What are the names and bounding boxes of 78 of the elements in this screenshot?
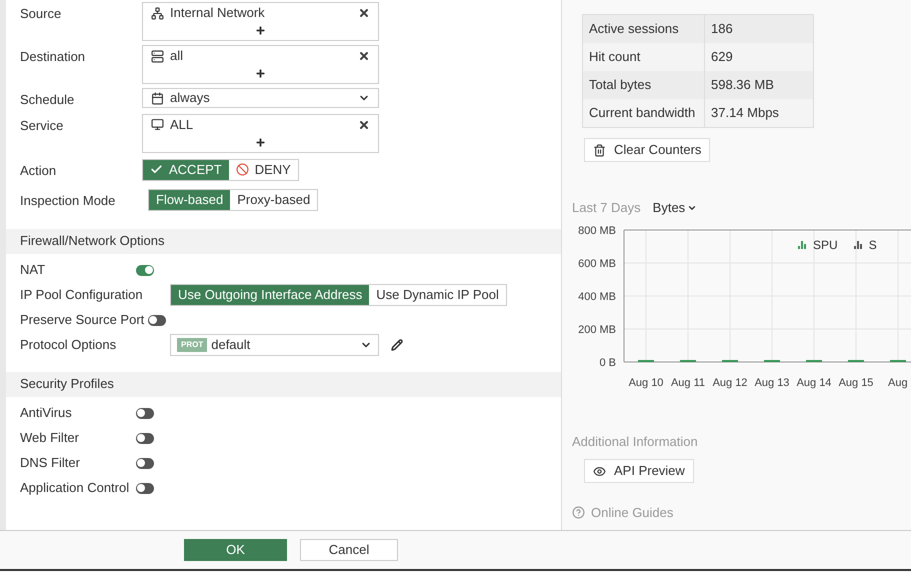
stat-value: 629 (710, 48, 733, 66)
x-tick-label: Aug (888, 376, 908, 388)
field-label: Inspection Mode (20, 192, 116, 210)
protocol-dropdown[interactable]: PROT default (170, 334, 379, 356)
add-icon[interactable] (255, 25, 266, 36)
prohibited-icon (236, 163, 249, 176)
dropdown-value: default (211, 336, 252, 354)
eye-icon (593, 464, 606, 478)
field-value: all (170, 47, 184, 66)
option-label: DNS Filter (20, 454, 81, 472)
option-label: Application Control (20, 479, 130, 498)
address-field[interactable]: ALL (142, 114, 379, 152)
option-label: NAT (20, 261, 46, 280)
edit-icon[interactable] (391, 339, 403, 351)
field-label: Action (20, 162, 58, 180)
legend-label: S (868, 236, 877, 254)
x-tick-label: Aug 11 (670, 376, 706, 388)
toggle-switch[interactable] (136, 432, 154, 444)
schedule-dropdown[interactable]: always (142, 88, 379, 108)
stat-value: 598.36 MB (710, 76, 774, 94)
field-label: Destination (20, 48, 86, 66)
stat-value: 186 (710, 20, 733, 38)
add-icon[interactable] (255, 68, 266, 79)
field-value: ALL (170, 116, 194, 134)
y-tick-label: 400 MB (578, 290, 616, 302)
segment-option[interactable]: Use Outgoing Interface Address (171, 285, 370, 305)
option-label: Preserve Source Port (20, 311, 146, 330)
option-label: AntiVirus (20, 404, 73, 422)
field-label: Schedule (20, 91, 76, 109)
toggle-switch[interactable] (136, 408, 154, 418)
remove-icon[interactable] (358, 118, 370, 130)
y-tick-label: 600 MB (578, 258, 616, 270)
period-label: Last 7 Days (572, 199, 641, 217)
x-tick-label: Aug 14 (796, 376, 832, 388)
section-title: Additional Information (572, 432, 699, 450)
prot-tag: PROT (177, 338, 208, 352)
metric-dropdown[interactable]: Bytes (652, 198, 698, 218)
x-tick-label: Aug 15 (838, 376, 874, 388)
option-label: Protocol Options (20, 336, 118, 354)
address-icon (151, 50, 164, 62)
y-tick-label: 0 B (599, 356, 616, 368)
monitor-icon (151, 118, 164, 131)
stat-label: Current bandwidth (583, 99, 705, 127)
section-header: Firewall/Network Options (6, 228, 561, 254)
x-tick-label: Aug 13 (754, 376, 790, 388)
ok-button[interactable]: OK (184, 539, 287, 561)
x-tick-label: Aug 10 (628, 376, 664, 388)
toggle-switch[interactable] (136, 264, 154, 276)
legend-label: SPU (813, 236, 838, 254)
field-value: Internal Network (170, 4, 266, 22)
field-label: Source (20, 5, 62, 23)
remove-icon[interactable] (358, 50, 370, 62)
trash-icon (593, 144, 606, 156)
calendar-icon (151, 92, 164, 104)
clear-counters-button[interactable]: Clear Counters (584, 138, 710, 162)
network-icon (151, 6, 164, 20)
add-icon[interactable] (255, 136, 266, 148)
segment-option[interactable]: Flow-based (149, 190, 230, 210)
option-label: IP Pool Configuration (20, 286, 144, 304)
api-preview-button[interactable]: API Preview (584, 459, 694, 483)
toggle-switch[interactable] (148, 314, 166, 326)
y-tick-label: 200 MB (578, 324, 616, 336)
x-tick-label: Aug 12 (712, 376, 748, 388)
remove-icon[interactable] (358, 7, 370, 19)
y-tick-label: 800 MB (578, 224, 616, 236)
address-field[interactable]: all (142, 45, 379, 84)
stat-value: 37.14 Mbps (710, 104, 779, 122)
address-field[interactable]: Internal Network (142, 2, 379, 41)
field-label: Service (20, 116, 64, 134)
check-icon (150, 163, 163, 176)
section-header: Security Profiles (6, 372, 561, 396)
segment-option[interactable]: ACCEPT (143, 160, 229, 180)
dropdown-value: always (170, 89, 211, 108)
toggle-switch[interactable] (136, 458, 154, 468)
toggle-switch[interactable] (136, 482, 154, 494)
cancel-button[interactable]: Cancel (300, 539, 398, 561)
help-icon (572, 506, 585, 520)
option-label: Web Filter (20, 429, 80, 448)
